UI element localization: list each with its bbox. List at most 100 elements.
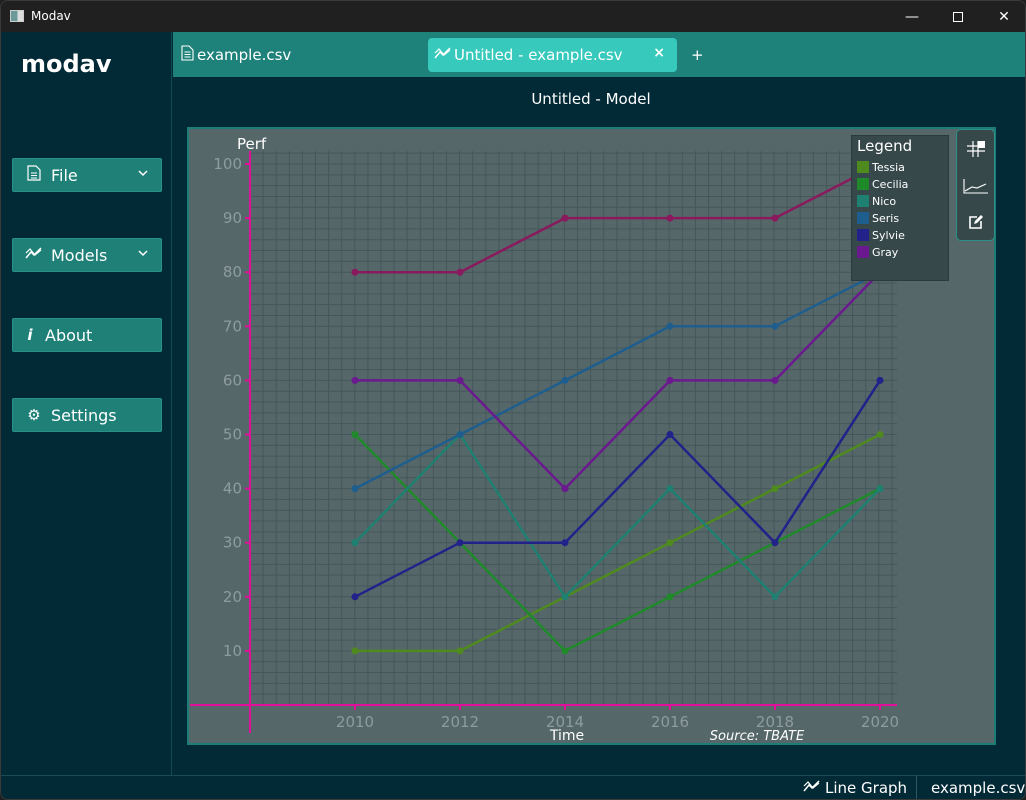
x-axis-label: Time bbox=[549, 728, 584, 743]
y-tick-label: 10 bbox=[223, 642, 242, 660]
chart-caption: Source: TBATE bbox=[710, 729, 805, 743]
gear-icon: ⚙ bbox=[27, 406, 41, 424]
app-logo: modav bbox=[21, 50, 112, 78]
line-chart-icon bbox=[803, 779, 821, 797]
chart-axes: 1020304050607080901002010 2012 2014 2016 201… bbox=[190, 151, 899, 733]
sidebar-item-label: Settings bbox=[51, 405, 117, 425]
chevron-down-icon bbox=[137, 246, 149, 260]
y-tick-label: 60 bbox=[223, 371, 242, 389]
data-point bbox=[666, 485, 674, 493]
legend-item[interactable]: Gray bbox=[857, 245, 898, 259]
close-window-button[interactable]: ✕ bbox=[981, 1, 1025, 32]
legend-label: Gray bbox=[872, 245, 899, 259]
sidebar-item-label: Models bbox=[51, 245, 108, 265]
edit-chart-button[interactable] bbox=[962, 208, 990, 236]
sidebar-item-label: File bbox=[51, 165, 78, 185]
legend-swatch bbox=[857, 229, 869, 241]
grid-toggle-icon bbox=[967, 141, 985, 157]
data-point bbox=[351, 647, 359, 655]
y-tick-label: 70 bbox=[223, 317, 242, 335]
minimize-button[interactable]: — bbox=[889, 1, 935, 32]
chart-toolbox bbox=[956, 129, 995, 241]
data-point bbox=[351, 268, 359, 276]
data-point bbox=[666, 214, 674, 222]
maximize-icon bbox=[953, 11, 963, 22]
chart-series bbox=[351, 160, 884, 655]
graph-type-indicator: Line Graph bbox=[803, 779, 907, 797]
edit-icon bbox=[969, 215, 983, 229]
data-point bbox=[666, 376, 674, 384]
data-point bbox=[561, 647, 569, 655]
data-point bbox=[561, 593, 569, 601]
legend-swatch bbox=[857, 212, 869, 224]
x-tick-label: 2010 bbox=[336, 713, 374, 731]
legend-label: Cecilia bbox=[872, 177, 909, 191]
data-point bbox=[351, 431, 359, 438]
sidebar-item-settings[interactable]: ⚙ Settings bbox=[12, 398, 162, 432]
legend-item[interactable]: Nico bbox=[857, 194, 896, 208]
y-tick-label: 90 bbox=[223, 209, 242, 227]
line-style-button[interactable] bbox=[962, 172, 990, 200]
app-icon bbox=[10, 10, 24, 22]
y-tick-label: 50 bbox=[223, 426, 242, 444]
data-point bbox=[561, 376, 569, 384]
chevron-down-icon bbox=[137, 166, 149, 180]
data-point bbox=[771, 376, 779, 384]
data-point bbox=[351, 593, 359, 601]
sidebar: modav File Models i About ⚙ Settings bbox=[1, 32, 172, 775]
chart-legend: Legend Tessia Cecilia Nico Seris Sylvie Gray bbox=[851, 135, 949, 281]
y-tick-label: 30 bbox=[223, 534, 242, 552]
data-point bbox=[351, 485, 359, 493]
data-point bbox=[561, 214, 569, 222]
tab-label: example.csv bbox=[197, 46, 292, 64]
sidebar-item-models[interactable]: Models bbox=[12, 238, 162, 272]
tab-close-button[interactable]: × bbox=[653, 45, 665, 61]
legend-label: Tessia bbox=[872, 160, 905, 174]
data-point bbox=[666, 322, 674, 330]
data-point bbox=[351, 376, 359, 384]
y-axis-label: Perf bbox=[237, 135, 267, 153]
tab-bar: example.csv Untitled - example.csv × + bbox=[173, 32, 1025, 77]
status-divider bbox=[916, 776, 917, 799]
model-title: Untitled - Model bbox=[531, 90, 651, 108]
data-point bbox=[666, 431, 674, 438]
data-point bbox=[456, 268, 464, 276]
data-point bbox=[456, 376, 464, 384]
grid-toggle-button[interactable] bbox=[962, 134, 990, 162]
window-title: Modav bbox=[31, 9, 71, 23]
data-point bbox=[771, 593, 779, 601]
add-tab-button[interactable]: + bbox=[691, 38, 704, 72]
x-tick-label: 2016 bbox=[651, 713, 689, 731]
data-point bbox=[876, 431, 884, 438]
data-point bbox=[771, 214, 779, 222]
status-file-name: example.csv bbox=[931, 779, 1026, 797]
legend-item[interactable]: Tessia bbox=[857, 160, 905, 174]
line-chart-icon bbox=[25, 246, 43, 264]
maximize-button[interactable] bbox=[935, 1, 981, 32]
line-style-icon bbox=[963, 179, 988, 194]
data-point bbox=[351, 539, 359, 547]
legend-swatch bbox=[857, 178, 869, 190]
x-tick-label: 2012 bbox=[441, 713, 479, 731]
data-point bbox=[876, 485, 884, 493]
data-point bbox=[666, 539, 674, 547]
sidebar-item-label: About bbox=[45, 325, 93, 345]
data-point bbox=[666, 593, 674, 601]
legend-label: Sylvie bbox=[872, 228, 905, 242]
tab-example-csv[interactable]: example.csv bbox=[181, 38, 291, 72]
close-icon: ✕ bbox=[998, 8, 1010, 25]
legend-title: Legend bbox=[857, 137, 913, 155]
y-tick-label: 40 bbox=[223, 480, 242, 498]
sidebar-item-file[interactable]: File bbox=[12, 158, 162, 192]
data-point bbox=[771, 322, 779, 330]
sidebar-item-about[interactable]: i About bbox=[12, 318, 162, 352]
status-bar: Line Graph example.csv bbox=[1, 775, 1026, 799]
document-icon bbox=[25, 165, 43, 185]
legend-item[interactable]: Cecilia bbox=[857, 177, 908, 191]
y-tick-label: 80 bbox=[223, 263, 242, 281]
tab-untitled-model[interactable]: Untitled - example.csv × bbox=[428, 38, 677, 72]
legend-item[interactable]: Seris bbox=[857, 211, 899, 225]
tab-label: Untitled - example.csv bbox=[454, 46, 623, 64]
legend-item[interactable]: Sylvie bbox=[857, 228, 905, 242]
info-icon: i bbox=[27, 326, 33, 344]
